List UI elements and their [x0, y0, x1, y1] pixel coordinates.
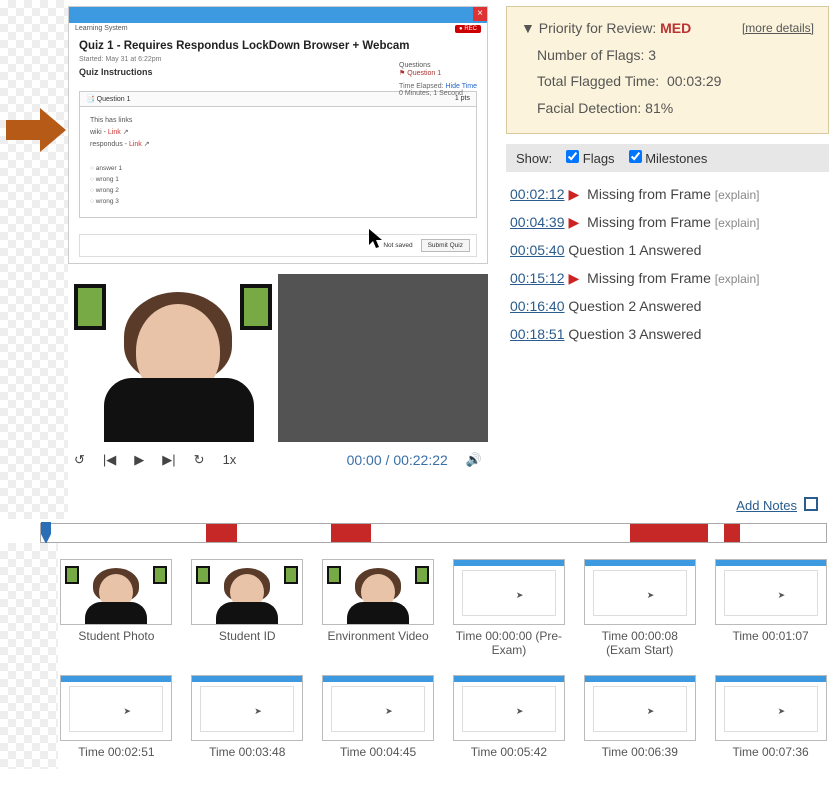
volume-icon[interactable]: 🔊: [466, 452, 482, 468]
prev-icon[interactable]: |◀: [103, 452, 116, 468]
cursor-icon: [369, 229, 385, 254]
forward-icon[interactable]: ↻: [194, 452, 205, 468]
answer-option[interactable]: answer 1: [90, 163, 466, 174]
flag-icon: ▶: [569, 186, 580, 202]
question-sidebar: Questions ⚑ Question 1 Time Elapsed: Hid…: [399, 62, 477, 97]
question-header: Question 1: [97, 96, 131, 103]
thumbnail-grid: Student Photo Student ID Environment Video…: [0, 543, 837, 769]
close-icon[interactable]: ×: [473, 7, 487, 21]
pointer-arrow-icon: [6, 108, 66, 155]
thumbnail[interactable]: ➤Time 00:03:48: [191, 675, 304, 759]
thumbnail[interactable]: ➤Time 00:00:00 (Pre-Exam): [453, 559, 566, 657]
event-timestamp[interactable]: 00:16:40: [510, 298, 565, 314]
thumbnail[interactable]: Student Photo: [60, 559, 173, 657]
thumbnail-label: Time 00:06:39: [583, 745, 696, 759]
event-row: 00:02:12▶ Missing from Frame [explain]: [510, 180, 825, 208]
thumbnail-label: Time 00:04:45: [322, 745, 435, 759]
event-label: Missing from Frame: [583, 186, 714, 202]
answer-option[interactable]: wrong 3: [90, 196, 466, 207]
thumbnail-label: Time 00:07:36: [714, 745, 827, 759]
event-row: 00:18:51 Question 3 Answered: [510, 320, 825, 348]
speed-button[interactable]: 1x: [223, 452, 237, 467]
recording-indicator: ● REC: [455, 25, 481, 33]
thumbnail-label: Time 00:02:51: [60, 745, 173, 759]
webcam-feed: [68, 274, 278, 442]
browser-titlebar: ×: [69, 7, 487, 23]
event-label: Question 3 Answered: [568, 326, 701, 342]
quiz-title: Quiz 1 - Requires Respondus LockDown Bro…: [79, 40, 477, 52]
event-row: 00:04:39▶ Missing from Frame [explain]: [510, 208, 825, 236]
system-label: Learning System: [69, 23, 487, 34]
answer-option[interactable]: wrong 1: [90, 174, 466, 185]
thumbnail[interactable]: Student ID: [191, 559, 304, 657]
thumbnail-label: Student ID: [191, 629, 304, 643]
next-icon[interactable]: ▶|: [162, 452, 175, 468]
thumbnail[interactable]: ➤Time 00:02:51: [60, 675, 173, 759]
answer-option[interactable]: wrong 2: [90, 185, 466, 196]
play-icon[interactable]: ▶: [134, 452, 144, 468]
exam-screen: × Learning System ● REC Quiz 1 - Require…: [68, 6, 488, 264]
thumbnail-label: Student Photo: [60, 629, 173, 643]
event-label: Missing from Frame: [583, 214, 714, 230]
thumbnail-label: Time 00:00:00 (Pre-Exam): [453, 629, 566, 657]
thumbnail[interactable]: ➤Time 00:06:39: [583, 675, 696, 759]
event-list: 00:02:12▶ Missing from Frame [explain]00…: [506, 172, 829, 348]
rewind-icon[interactable]: ↺: [74, 452, 85, 468]
event-timestamp[interactable]: 00:15:12: [510, 270, 565, 286]
flagged-time: 00:03:29: [667, 73, 722, 89]
question-box: 📑 Question 1 1 pts This has links wiki -…: [79, 91, 477, 218]
thumbnail[interactable]: ➤Time 00:01:07: [714, 559, 827, 657]
show-filter-bar: Show: Flags Milestones: [506, 144, 829, 172]
milestones-checkbox[interactable]: Milestones: [629, 150, 708, 166]
flags-checkbox[interactable]: Flags: [566, 150, 614, 166]
timeline-flag[interactable]: [630, 524, 709, 542]
thumbnail-label: Time 00:05:42: [453, 745, 566, 759]
thumbnail-label: Environment Video: [322, 629, 435, 643]
flag-icon: ▶: [569, 214, 580, 230]
facial-detection: 81%: [645, 100, 673, 116]
timeline-scrubber[interactable]: [40, 523, 827, 543]
event-row: 00:15:12▶ Missing from Frame [explain]: [510, 264, 825, 292]
event-timestamp[interactable]: 00:05:40: [510, 242, 565, 258]
not-saved-label: Not saved: [383, 242, 412, 249]
event-timestamp[interactable]: 00:18:51: [510, 326, 565, 342]
thumbnail-label: Time 00:00:08 (Exam Start): [583, 629, 696, 657]
event-timestamp[interactable]: 00:04:39: [510, 214, 565, 230]
thumbnail[interactable]: ➤Time 00:05:42: [453, 675, 566, 759]
event-row: 00:05:40 Question 1 Answered: [510, 236, 825, 264]
submit-quiz-button[interactable]: Submit Quiz: [421, 239, 470, 252]
priority-level: MED: [660, 20, 691, 36]
thumbnail[interactable]: Environment Video: [322, 559, 435, 657]
explain-link[interactable]: [explain]: [715, 272, 760, 286]
event-row: 00:16:40 Question 2 Answered: [510, 292, 825, 320]
add-notes-link[interactable]: Add Notes: [736, 498, 797, 513]
thumbnail-label: Time 00:01:07: [714, 629, 827, 643]
flag-icon: ▶: [569, 270, 580, 286]
thumbnail[interactable]: ➤Time 00:04:45: [322, 675, 435, 759]
event-label: Question 2 Answered: [568, 298, 701, 314]
notes-icon[interactable]: [803, 496, 819, 515]
event-label: Question 1 Answered: [568, 242, 701, 258]
video-controls: ↺ |◀ ▶ ▶| ↻ 1x 00:00 / 00:22:22 🔊: [68, 442, 488, 478]
event-label: Missing from Frame: [583, 270, 714, 286]
more-details-link[interactable]: [more details]: [742, 17, 814, 40]
thumbnail[interactable]: ➤Time 00:00:08 (Exam Start): [583, 559, 696, 657]
timeline-flag[interactable]: [724, 524, 740, 542]
event-timestamp[interactable]: 00:02:12: [510, 186, 565, 202]
explain-link[interactable]: [explain]: [715, 188, 760, 202]
thumbnail-label: Time 00:03:48: [191, 745, 304, 759]
thumbnail[interactable]: ➤Time 00:07:36: [714, 675, 827, 759]
timeline-flag[interactable]: [206, 524, 237, 542]
time-display: 00:00 / 00:22:22: [347, 452, 448, 468]
timeline-flag[interactable]: [331, 524, 370, 542]
secondary-feed: [278, 274, 488, 442]
flag-count: 3: [648, 47, 656, 63]
priority-panel: ▼ Priority for Review: MED [more details…: [506, 6, 829, 134]
explain-link[interactable]: [explain]: [715, 216, 760, 230]
